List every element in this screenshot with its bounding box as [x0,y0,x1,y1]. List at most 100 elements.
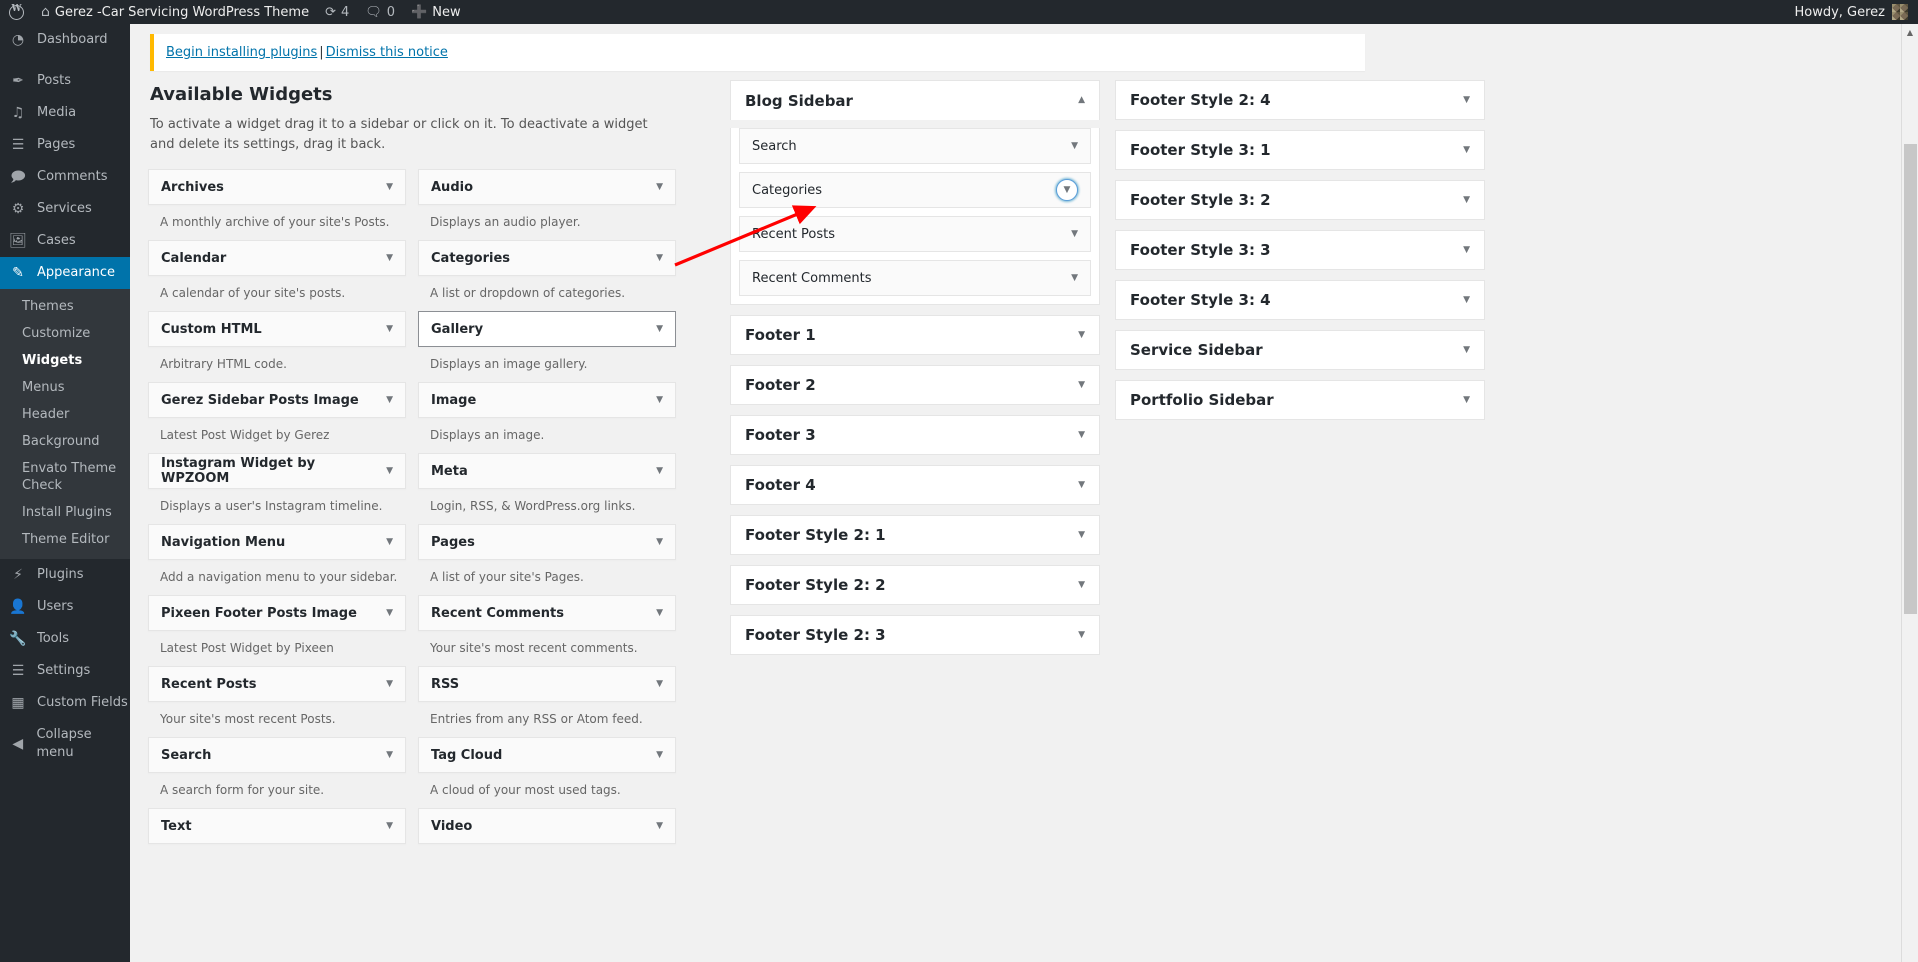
submenu-item-envato-theme-check[interactable]: Envato Theme Check [0,455,130,499]
submenu-item-theme-editor[interactable]: Theme Editor [0,526,130,553]
chevron-down-icon-focused[interactable] [1056,179,1078,201]
chevron-down-icon[interactable] [386,396,393,405]
sidebar-panel-header[interactable]: Portfolio Sidebar [1115,380,1485,420]
available-widget-rss[interactable]: RSS [418,666,676,703]
sidebar-item-settings[interactable]: ☰ Settings [0,655,130,687]
chevron-down-icon[interactable] [1071,230,1078,239]
chevron-down-icon[interactable] [1463,196,1470,205]
available-widget-meta[interactable]: Meta [418,453,676,490]
scroll-up-arrow[interactable]: ▲ [1902,24,1918,41]
page-scrollbar[interactable]: ▲ [1901,24,1918,962]
chevron-down-icon[interactable] [656,822,663,831]
available-widget-tag-cloud[interactable]: Tag Cloud [418,737,676,774]
available-widget-instagram-widget-by-wpzoom[interactable]: Instagram Widget by WPZOOM [148,453,406,490]
sidebar-panel-header[interactable]: Footer Style 3: 3 [1115,230,1485,270]
submenu-item-widgets[interactable]: Widgets [0,347,130,374]
chevron-down-icon[interactable] [386,609,393,618]
chevron-down-icon[interactable] [386,822,393,831]
chevron-down-icon[interactable] [386,538,393,547]
chevron-down-icon[interactable] [656,183,663,192]
dismiss-notice-link[interactable]: Dismiss this notice [326,45,448,60]
chevron-down-icon[interactable] [656,396,663,405]
submenu-item-customize[interactable]: Customize [0,320,130,347]
available-widget-gerez-sidebar-posts-image[interactable]: Gerez Sidebar Posts Image [148,382,406,419]
chevron-down-icon[interactable] [386,325,393,334]
sidebar-panel-header[interactable]: Footer Style 2: 1 [730,515,1100,555]
updates-button[interactable]: ⟳ 4 [317,0,357,24]
sidebar-item-dashboard[interactable]: ◔ Dashboard [0,24,130,56]
submenu-item-background[interactable]: Background [0,428,130,455]
chevron-down-icon[interactable] [1071,274,1078,283]
sidebar-item-collapse-menu[interactable]: ◀ Collapse menu [0,719,130,769]
sidebar-panel-header[interactable]: Footer 3 [730,415,1100,455]
submenu-item-themes[interactable]: Themes [0,293,130,320]
chevron-down-icon[interactable] [386,751,393,760]
sidebar-item-tools[interactable]: 🔧 Tools [0,623,130,655]
sidebar-item-users[interactable]: 👤 Users [0,591,130,623]
sidebar-item-appearance[interactable]: ✎ Appearance [0,257,138,289]
available-widget-gallery[interactable]: Gallery [418,311,676,348]
chevron-down-icon[interactable] [1463,396,1470,405]
available-widget-custom-html[interactable]: Custom HTML [148,311,406,348]
sidebar-item-posts[interactable]: ✒ Posts [0,65,130,97]
available-widget-archives[interactable]: Archives [148,169,406,206]
chevron-down-icon[interactable] [1078,381,1085,390]
available-widget-video[interactable]: Video [418,808,676,845]
sidebar-panel-header[interactable]: Footer 2 [730,365,1100,405]
chevron-down-icon[interactable] [1463,296,1470,305]
begin-installing-plugins-link[interactable]: Begin installing plugins [166,45,317,60]
chevron-down-icon[interactable] [386,254,393,263]
available-widget-text[interactable]: Text [148,808,406,845]
available-widget-pages[interactable]: Pages [418,524,676,561]
chevron-down-icon[interactable] [656,609,663,618]
wordpress-logo-button[interactable] [0,0,33,24]
sidebar-panel-header[interactable]: Footer Style 3: 1 [1115,130,1485,170]
chevron-down-icon[interactable] [656,254,663,263]
chevron-down-icon[interactable] [656,538,663,547]
sidebar-panel-header[interactable]: Service Sidebar [1115,330,1485,370]
sidebar-panel-header[interactable]: Footer Style 2: 3 [730,615,1100,655]
site-name-menu[interactable]: ⌂ Gerez -Car Servicing WordPress Theme [33,0,317,24]
chevron-down-icon[interactable] [1071,142,1078,151]
sidebar-panel-header[interactable]: Footer Style 3: 4 [1115,280,1485,320]
available-widget-audio[interactable]: Audio [418,169,676,206]
submenu-item-menus[interactable]: Menus [0,374,130,401]
chevron-down-icon[interactable] [1078,531,1085,540]
available-widget-calendar[interactable]: Calendar [148,240,406,277]
available-widget-pixeen-footer-posts-image[interactable]: Pixeen Footer Posts Image [148,595,406,632]
chevron-down-icon[interactable] [1463,346,1470,355]
chevron-down-icon[interactable] [656,467,663,476]
sidebar-panel-header[interactable]: Footer Style 2: 4 [1115,80,1485,120]
chevron-down-icon[interactable] [1463,146,1470,155]
submenu-item-install-plugins[interactable]: Install Plugins [0,499,130,526]
sidebar-item-services[interactable]: ⚙ Services [0,193,130,225]
chevron-up-icon[interactable] [1078,96,1085,105]
chevron-down-icon[interactable] [1078,631,1085,640]
scrollbar-thumb[interactable] [1904,144,1917,614]
comments-button[interactable]: 🗨 0 [357,0,403,24]
new-content-button[interactable]: ➕ New [403,0,469,24]
chevron-down-icon[interactable] [1463,246,1470,255]
sidebar-item-cases[interactable]: 🖼 Cases [0,225,130,257]
account-menu[interactable]: Howdy, Gerez [1794,4,1918,20]
available-widget-search[interactable]: Search [148,737,406,774]
available-widget-navigation-menu[interactable]: Navigation Menu [148,524,406,561]
chevron-down-icon[interactable] [656,325,663,334]
sidebar-panel-header[interactable]: Footer 4 [730,465,1100,505]
assigned-widget-recent-comments[interactable]: Recent Comments [739,260,1091,296]
available-widget-recent-comments[interactable]: Recent Comments [418,595,676,632]
sidebar-item-custom-fields[interactable]: ▦ Custom Fields [0,687,130,719]
chevron-down-icon[interactable] [1078,331,1085,340]
chevron-down-icon[interactable] [386,467,393,476]
available-widget-image[interactable]: Image [418,382,676,419]
chevron-down-icon[interactable] [386,183,393,192]
chevron-down-icon[interactable] [1078,481,1085,490]
chevron-down-icon[interactable] [1463,96,1470,105]
sidebar-item-pages[interactable]: ☰ Pages [0,129,130,161]
chevron-down-icon[interactable] [656,680,663,689]
assigned-widget-recent-posts[interactable]: Recent Posts [739,216,1091,252]
sidebar-panel-header[interactable]: Blog Sidebar [730,80,1100,120]
chevron-down-icon[interactable] [386,680,393,689]
available-widget-recent-posts[interactable]: Recent Posts [148,666,406,703]
assigned-widget-search[interactable]: Search [739,128,1091,164]
